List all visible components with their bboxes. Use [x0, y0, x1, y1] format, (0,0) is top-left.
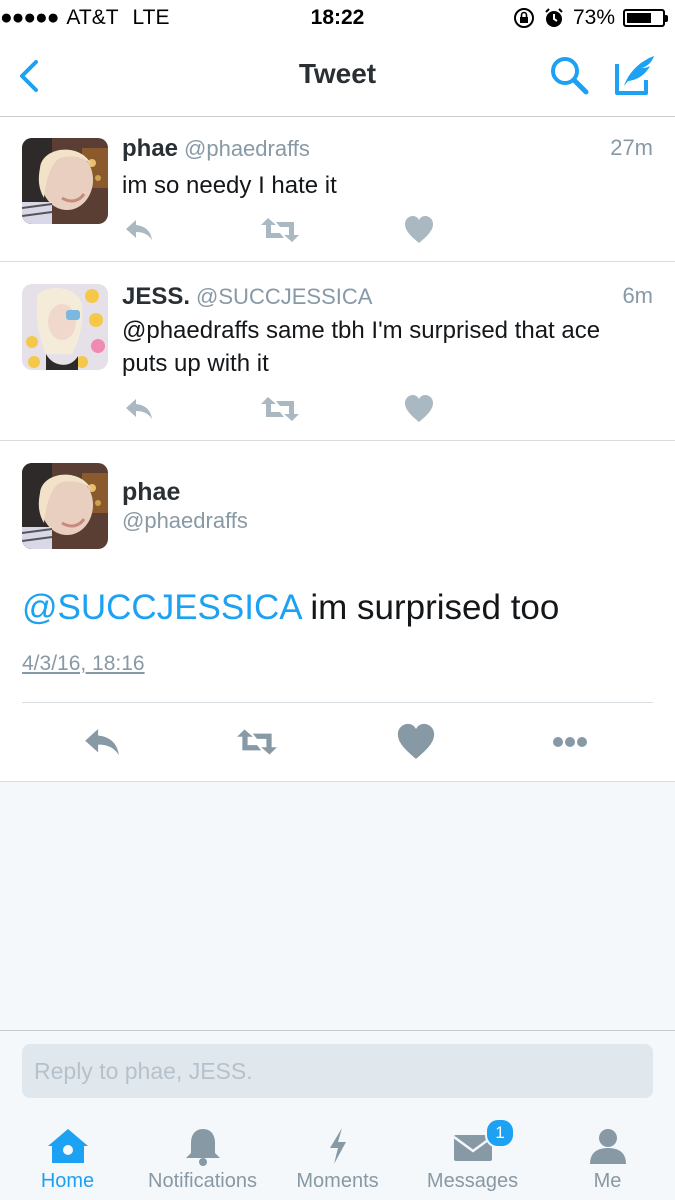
tab-me[interactable]: Me — [540, 1110, 675, 1200]
tweet-header: JESS. @SUCCJESSICA 6m — [122, 283, 653, 311]
heart-icon[interactable] — [402, 213, 436, 247]
status-right: 73% — [513, 6, 668, 30]
battery-fill — [627, 13, 651, 23]
retweet-icon[interactable] — [234, 720, 280, 764]
home-icon — [47, 1129, 88, 1163]
avatar[interactable] — [22, 284, 108, 370]
rotation-lock-icon — [513, 8, 534, 28]
tweet-time: 27m — [610, 135, 653, 160]
author-name[interactable]: JESS. — [122, 283, 190, 310]
unread-badge: 1 — [485, 1118, 515, 1148]
tab-label: Notifications — [148, 1170, 257, 1192]
avatar[interactable] — [22, 463, 108, 549]
reply-input[interactable] — [22, 1044, 653, 1098]
retweet-icon[interactable] — [258, 392, 302, 426]
more-icon[interactable] — [548, 720, 592, 764]
navigation-bar: Tweet — [0, 38, 675, 117]
tab-label: Moments — [296, 1170, 379, 1192]
lightning-icon — [329, 1128, 346, 1164]
tweet-actions — [122, 392, 452, 426]
author-handle[interactable]: @SUCCJESSICA — [196, 284, 372, 309]
divider — [22, 702, 653, 703]
tweet-text: @phaedraffs same tbh I'm surprised that … — [122, 317, 601, 377]
tweet-item[interactable]: JESS. @SUCCJESSICA 6m @phaedraffs same tb… — [0, 262, 675, 441]
alarm-icon — [545, 8, 563, 27]
tweet-item[interactable]: phae @phaedraffs 27m im so needy I hate i… — [0, 117, 675, 262]
tab-label: Messages — [426, 1170, 519, 1192]
author-handle[interactable]: @phaedraffs — [122, 508, 248, 534]
reply-icon[interactable] — [80, 720, 124, 764]
tab-label: Me — [593, 1170, 622, 1192]
tab-label: Home — [40, 1170, 95, 1192]
tweet-text: im so needy I hate it — [122, 172, 337, 199]
person-icon — [589, 1129, 626, 1164]
tweet-actions — [0, 720, 675, 764]
tweet-header: phae @phaedraffs 27m — [122, 135, 653, 163]
author-name[interactable]: phae — [122, 478, 180, 507]
heart-icon[interactable] — [394, 720, 438, 764]
search-icon[interactable] — [548, 54, 590, 96]
tab-notifications[interactable]: Notifications — [135, 1110, 270, 1200]
avatar[interactable] — [22, 138, 108, 224]
heart-icon[interactable] — [402, 392, 436, 426]
reply-icon[interactable] — [122, 213, 156, 247]
tab-messages[interactable]: 1 Messages — [405, 1110, 540, 1200]
tab-home[interactable]: Home — [0, 1110, 135, 1200]
author-handle[interactable]: @phaedraffs — [184, 136, 310, 161]
tweet-timestamp[interactable]: 4/3/16, 18:16 — [22, 652, 145, 676]
tab-moments[interactable]: Moments — [270, 1110, 405, 1200]
compose-icon[interactable] — [612, 52, 658, 98]
reply-icon[interactable] — [122, 392, 156, 426]
mention-link[interactable]: @SUCCJESSICA — [22, 588, 301, 627]
reply-bar — [0, 1030, 675, 1111]
tweet-text: @SUCCJESSICA im surprised too — [22, 588, 559, 628]
retweet-icon[interactable] — [258, 213, 302, 247]
tweet-body: im surprised too — [300, 588, 560, 627]
author-name[interactable]: phae — [122, 135, 178, 162]
bell-icon — [185, 1129, 220, 1166]
empty-area — [0, 782, 675, 1030]
tab-bar: Home Notifications Moments 1 Messages Me — [0, 1110, 675, 1200]
battery-icon — [623, 9, 668, 27]
status-bar: ●●●●● AT&T LTE 18:22 73% — [0, 0, 675, 38]
battery-percent: 73% — [572, 6, 615, 29]
tweet-time: 6m — [622, 283, 653, 308]
tweet-actions — [122, 213, 452, 247]
